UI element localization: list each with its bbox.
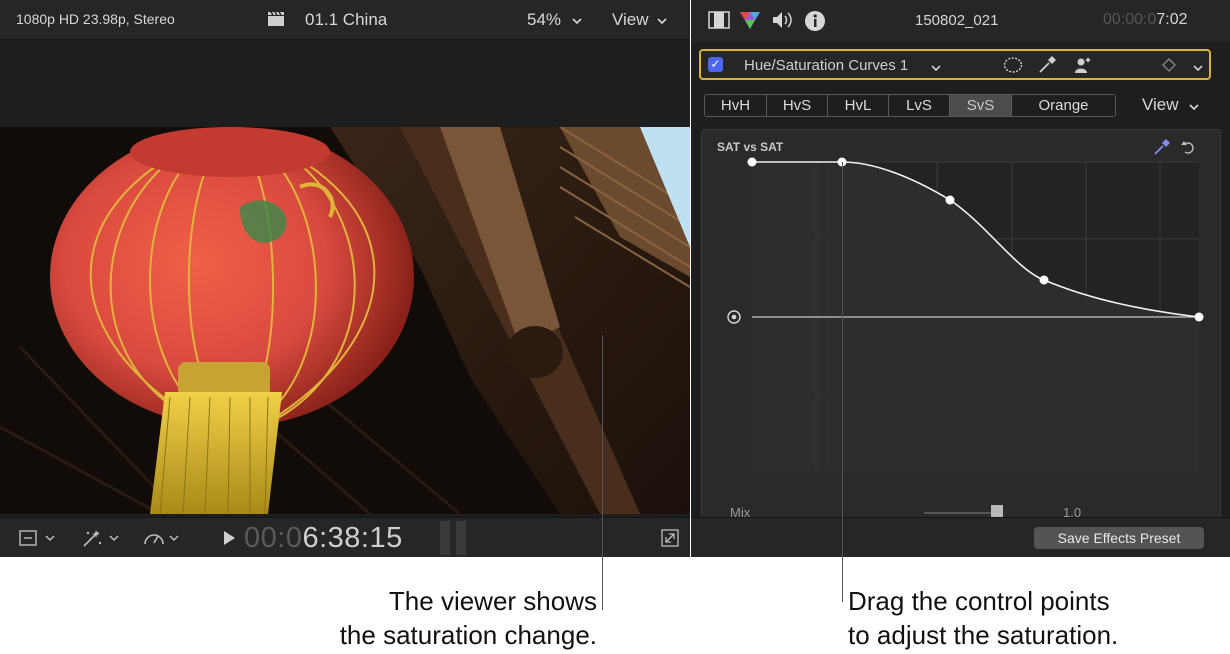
control-point[interactable] — [1039, 275, 1049, 285]
tab-hvs[interactable]: HvS — [767, 95, 828, 116]
clapper-icon — [266, 10, 288, 28]
tab-svs[interactable]: SvS — [950, 95, 1012, 116]
play-icon[interactable] — [222, 530, 236, 546]
reset-icon[interactable] — [1180, 139, 1196, 155]
viewer-header: 1080p HD 23.98p, Stereo 01.1 China 54% V… — [0, 0, 690, 40]
control-point[interactable] — [945, 195, 955, 205]
person-icon[interactable] — [1073, 55, 1093, 75]
transform-icon[interactable] — [18, 528, 58, 553]
inspector-clip-name: 150802_021 — [915, 12, 999, 29]
caption-curve-line1: Drag the control points — [848, 586, 1110, 616]
info-icon[interactable] — [804, 10, 826, 37]
sat-vs-sat-curve[interactable] — [702, 130, 1221, 519]
inspector-header: 150802_021 00:00:07:02 — [691, 0, 1230, 42]
speed-icon[interactable] — [142, 528, 186, 553]
timecode-display[interactable]: 00:06:38:15 — [244, 522, 403, 555]
caption-viewer: The viewer shows the saturation change. — [340, 584, 597, 652]
viewer-view-menu[interactable]: View — [612, 10, 649, 30]
audio-meter — [440, 521, 468, 555]
fullscreen-icon[interactable] — [660, 528, 680, 548]
graph-title: SAT vs SAT — [717, 140, 784, 154]
inspector-timecode: 00:00:07:02 — [1103, 11, 1188, 29]
viewer-panel: 1080p HD 23.98p, Stereo 01.1 China 54% V… — [0, 0, 690, 557]
control-point[interactable] — [1194, 312, 1204, 322]
chevron-down-icon[interactable] — [571, 13, 583, 30]
inspector-footer: Save Effects Preset — [691, 517, 1230, 557]
format-label: 1080p HD 23.98p, Stereo — [16, 11, 175, 27]
caption-viewer-line2: the saturation change. — [339, 620, 597, 650]
curve-view-menu[interactable]: View — [1142, 95, 1179, 115]
viewer-footer: 00:06:38:15 — [0, 517, 690, 557]
mask-icon[interactable] — [1003, 56, 1023, 74]
tab-orange[interactable]: Orange — [1012, 95, 1115, 116]
callout-line-curve — [842, 162, 843, 602]
curve-tab-bar: HvH HvS HvL LvS SvS Orange — [704, 94, 1116, 117]
caption-curve-line2: to adjust the saturation. — [848, 620, 1119, 650]
chevron-down-icon[interactable] — [656, 13, 668, 30]
curve-graph-panel: SAT vs SAT Mix 1.0 — [701, 129, 1221, 519]
inspector-timecode-dim: 00:00:0 — [1103, 11, 1157, 28]
zoom-menu[interactable]: 54% — [527, 10, 561, 30]
callout-line-viewer — [602, 335, 603, 610]
video-canvas[interactable] — [0, 41, 690, 516]
magic-icon[interactable] — [80, 528, 124, 553]
effect-enable-checkbox[interactable]: ✓ — [708, 57, 723, 72]
film-icon[interactable] — [708, 10, 730, 35]
eyedropper-icon[interactable] — [1037, 55, 1057, 75]
timecode-value: 6:38:15 — [302, 522, 403, 554]
audio-icon[interactable] — [771, 10, 795, 35]
tab-hvh[interactable]: HvH — [705, 95, 767, 116]
video-frame-lantern — [0, 127, 690, 514]
tab-hvl[interactable]: HvL — [828, 95, 889, 116]
clip-name[interactable]: 01.1 China — [305, 10, 387, 30]
effect-header-row[interactable]: ✓ Hue/Saturation Curves 1 — [699, 49, 1211, 80]
tab-lvs[interactable]: LvS — [889, 95, 950, 116]
timecode-dim: 00:0 — [244, 522, 303, 554]
chevron-down-icon[interactable] — [1192, 60, 1204, 78]
caption-viewer-line1: The viewer shows — [388, 586, 597, 616]
mix-slider-thumb[interactable] — [991, 505, 1003, 517]
caption-curve: Drag the control points to adjust the sa… — [848, 584, 1118, 652]
save-effects-preset-button[interactable]: Save Effects Preset — [1034, 527, 1204, 549]
keyframe-icon[interactable] — [1162, 58, 1176, 72]
control-point[interactable] — [747, 157, 757, 167]
chevron-down-icon[interactable] — [930, 60, 942, 78]
inspector-panel: 150802_021 00:00:07:02 ✓ Hue/Saturation … — [691, 0, 1230, 557]
effect-name-menu[interactable]: Hue/Saturation Curves 1 — [744, 57, 908, 74]
inspector-timecode-value: 7:02 — [1156, 11, 1188, 28]
chevron-down-icon[interactable] — [1188, 99, 1200, 117]
color-icon[interactable] — [739, 10, 761, 35]
eyedropper-icon[interactable] — [1153, 138, 1171, 156]
